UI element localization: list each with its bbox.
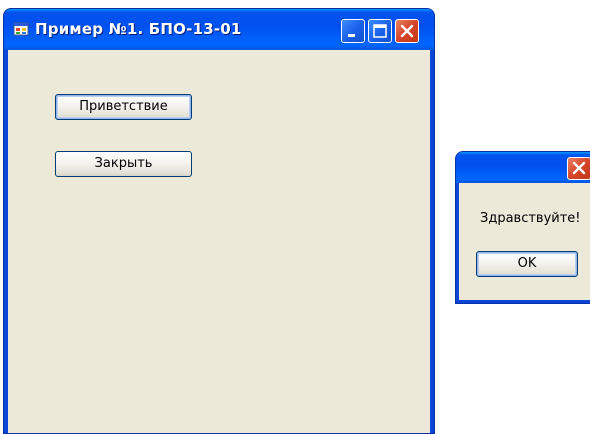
minimize-button[interactable] — [341, 19, 365, 43]
message-box-titlebar[interactable] — [456, 152, 590, 183]
app-form-icon — [13, 21, 29, 37]
main-window-title: Пример №1. БПО-13-01 — [35, 20, 242, 38]
message-box-client-area: Здравствуйте! OK — [459, 183, 590, 300]
message-box-close-button[interactable] — [567, 157, 590, 180]
main-titlebar[interactable]: Пример №1. БПО-13-01 — [4, 9, 434, 50]
ok-button[interactable]: OK — [476, 251, 578, 277]
close-button[interactable] — [395, 19, 419, 43]
main-window: Пример №1. БПО-13-01 Приветствие Закрыть — [3, 8, 435, 434]
message-text: Здравствуйте! — [480, 211, 581, 226]
desktop-screen: Пример №1. БПО-13-01 Приветствие Закрыть… — [0, 0, 590, 434]
main-client-area: Приветствие Закрыть — [8, 50, 430, 433]
close-icon — [572, 161, 586, 175]
maximize-icon — [373, 24, 387, 38]
close-icon — [400, 24, 414, 38]
maximize-button[interactable] — [368, 19, 392, 43]
message-box-window: Здравствуйте! OK — [455, 151, 590, 304]
minimize-icon — [348, 34, 355, 37]
close-form-button[interactable]: Закрыть — [55, 151, 192, 177]
greeting-button[interactable]: Приветствие — [55, 94, 192, 120]
